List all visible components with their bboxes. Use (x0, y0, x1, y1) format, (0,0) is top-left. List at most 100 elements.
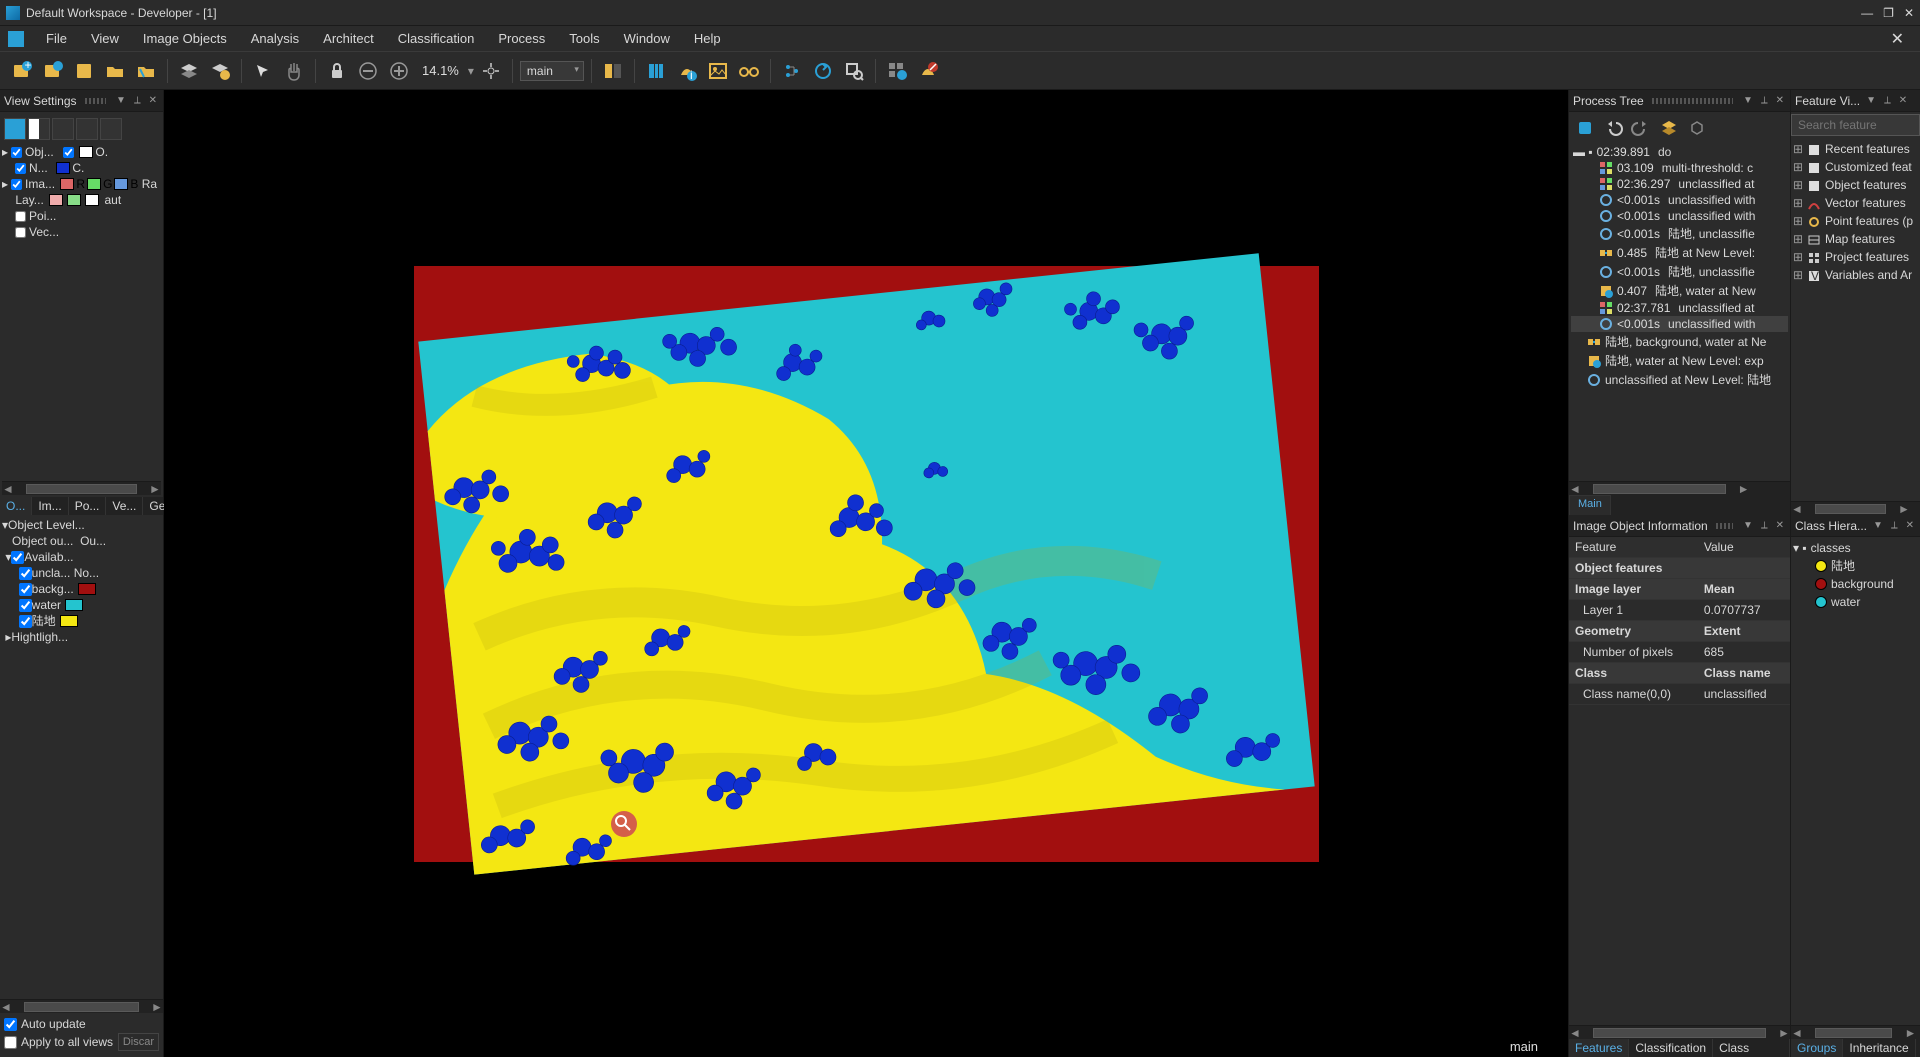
highlight[interactable]: ▸ Hightligh... (2, 629, 161, 645)
class-land[interactable]: 陆地 (2, 613, 161, 629)
process-row[interactable]: unclassified at New Level: 陆地 (1571, 370, 1788, 389)
class-item[interactable]: water (1793, 593, 1918, 611)
ol-scroll-h[interactable]: ◄► (0, 999, 163, 1013)
feature-item[interactable]: ⊞VVariables and Ar (1793, 266, 1918, 284)
tab-po[interactable]: Po... (69, 497, 107, 515)
ch-root[interactable]: ▾ ▪ classes (1793, 539, 1918, 557)
lock-button[interactable] (323, 57, 351, 85)
vs-tool-3[interactable] (52, 118, 74, 140)
process-row[interactable]: 02:36.297unclassified at (1571, 176, 1788, 192)
feature-item[interactable]: ⊞Recent features (1793, 140, 1918, 158)
vs-row-lay[interactable]: Lay... aut (2, 192, 161, 208)
hand-tool[interactable] (280, 57, 308, 85)
process-row[interactable]: <0.001s陆地, unclassifie (1571, 262, 1788, 281)
object-level-header[interactable]: ▾ Object Level... (2, 517, 161, 533)
menu-help[interactable]: Help (682, 27, 733, 50)
process-row[interactable]: 03.109multi-threshold: c (1571, 160, 1788, 176)
process-tree[interactable]: ▬ ▪ 02:39.891do 03.109multi-threshold: c… (1569, 144, 1790, 481)
dropdown-icon[interactable]: ▼ (1741, 95, 1755, 106)
process-row[interactable]: 0.485陆地 at New Level: (1571, 243, 1788, 262)
dropdown-icon[interactable]: ▼ (114, 95, 128, 106)
vs-tool-1[interactable] (4, 118, 26, 140)
save-button[interactable] (70, 57, 98, 85)
picture-button[interactable] (704, 57, 732, 85)
class-item[interactable]: 陆地 (1793, 557, 1918, 575)
menu-classification[interactable]: Classification (386, 27, 487, 50)
feature-search-input[interactable] (1791, 114, 1920, 136)
folder-button[interactable] (101, 57, 129, 85)
class-uncla[interactable]: uncla... No... (2, 565, 161, 581)
pt-cube-button[interactable] (1685, 116, 1709, 140)
ioi-tab-classeval[interactable]: Class Evalua... (1713, 1039, 1790, 1057)
pt-undo-button[interactable] (1601, 116, 1625, 140)
tab-ve[interactable]: Ve... (106, 497, 143, 515)
glasses-button[interactable] (735, 57, 763, 85)
class-item[interactable]: background (1793, 575, 1918, 593)
vs-row-poi[interactable]: Poi... (2, 208, 161, 224)
class-backg[interactable]: backg... (2, 581, 161, 597)
menu-view[interactable]: View (79, 27, 131, 50)
ioi-col-feature[interactable]: Feature (1569, 537, 1698, 558)
process-row[interactable]: <0.001sunclassified with (1571, 192, 1788, 208)
pt-layers-button[interactable] (1657, 116, 1681, 140)
info-mode-button[interactable]: i (673, 57, 701, 85)
pt-home-button[interactable] (1573, 116, 1597, 140)
dropdown-icon[interactable]: ▼ (1864, 95, 1878, 106)
feature-item[interactable]: ⊞Object features (1793, 176, 1918, 194)
pin-icon[interactable]: ⟂ (1759, 520, 1770, 531)
pointer-tool[interactable] (249, 57, 277, 85)
apply-all-check[interactable]: Apply to all viewsDiscar (4, 1033, 159, 1051)
feature-item[interactable]: ⊞Vector features (1793, 194, 1918, 212)
open-workspace-button[interactable] (39, 57, 67, 85)
vs-row-ima[interactable]: ▸Ima... RGB Ra (2, 176, 161, 192)
zoom-out-button[interactable] (354, 57, 382, 85)
menu-image-objects[interactable]: Image Objects (131, 27, 239, 50)
document-close-button[interactable]: ✕ (1883, 29, 1912, 49)
zoom-in-button[interactable] (385, 57, 413, 85)
pin-icon[interactable]: ⟂ (1889, 520, 1900, 531)
feature-item[interactable]: ⊞Point features (p (1793, 212, 1918, 230)
layer-select[interactable]: main (520, 61, 584, 81)
settings-button[interactable] (883, 57, 911, 85)
refresh-button[interactable] (809, 57, 837, 85)
feature-item[interactable]: ⊞Customized feat (1793, 158, 1918, 176)
menu-file[interactable]: File (34, 27, 79, 50)
close-icon[interactable]: ✕ (1904, 520, 1916, 531)
dropdown-icon[interactable]: ▼ (1741, 520, 1755, 531)
layers-button[interactable] (175, 57, 203, 85)
close-icon[interactable]: ✕ (147, 95, 159, 106)
magnify-button[interactable] (840, 57, 868, 85)
dropdown-icon[interactable]: ▼ (1871, 520, 1885, 531)
fit-button[interactable] (477, 57, 505, 85)
close-button[interactable]: ✕ (1904, 6, 1914, 20)
menu-process[interactable]: Process (486, 27, 557, 50)
process-row[interactable]: <0.001sunclassified with (1571, 316, 1788, 332)
maximize-button[interactable]: ❐ (1883, 6, 1894, 20)
process-row[interactable]: 0.407陆地, water at New (1571, 281, 1788, 300)
tree-view-button[interactable] (778, 57, 806, 85)
ioi-tab-features[interactable]: Features (1569, 1039, 1629, 1057)
object-outline[interactable]: Object ou... Ou... (2, 533, 161, 549)
vs-scroll-h[interactable]: ◄► (2, 481, 161, 495)
brush-forbid-button[interactable] (914, 57, 942, 85)
pin-icon[interactable]: ⟂ (1882, 95, 1893, 106)
process-row[interactable]: 02:37.781unclassified at (1571, 300, 1788, 316)
menu-window[interactable]: Window (612, 27, 682, 50)
feature-item[interactable]: ⊞Project features (1793, 248, 1918, 266)
ioi-tab-classification[interactable]: Classification (1629, 1039, 1713, 1057)
menu-tools[interactable]: Tools (557, 27, 611, 50)
process-row[interactable]: <0.001s陆地, unclassifie (1571, 224, 1788, 243)
close-icon[interactable]: ✕ (1774, 520, 1786, 531)
pin-icon[interactable]: ⟂ (1759, 95, 1770, 106)
vs-tool-5[interactable] (100, 118, 122, 140)
process-row[interactable]: 陆地, water at New Level: exp (1571, 351, 1788, 370)
close-icon[interactable]: ✕ (1774, 95, 1786, 106)
grid-button[interactable] (642, 57, 670, 85)
new-workspace-button[interactable]: + (8, 57, 36, 85)
split-view-button[interactable] (599, 57, 627, 85)
vs-tool-4[interactable] (76, 118, 98, 140)
tab-o[interactable]: O... (0, 497, 32, 515)
ioi-scroll-h[interactable]: ◄► (1569, 1025, 1790, 1039)
tab-im[interactable]: Im... (32, 497, 68, 515)
class-water[interactable]: water (2, 597, 161, 613)
